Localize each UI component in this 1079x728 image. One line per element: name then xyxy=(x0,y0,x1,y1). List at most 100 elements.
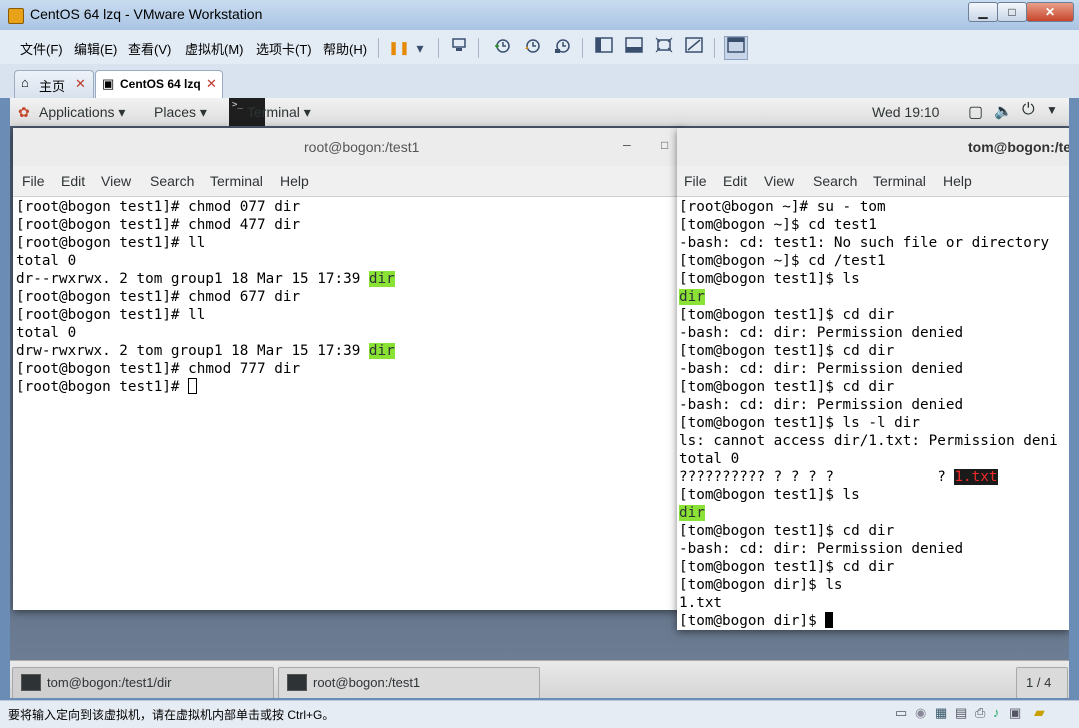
term-menu-search[interactable]: Search xyxy=(150,173,194,189)
printer-icon[interactable]: ⎙ xyxy=(975,705,985,721)
term-menu-search[interactable]: Search xyxy=(813,173,857,189)
power-dropdown-icon[interactable]: ▾ xyxy=(408,36,432,60)
terminal-line: [tom@bogon test1]$ ls -l dir xyxy=(679,414,1067,432)
sound-icon[interactable]: ♪ xyxy=(993,705,1000,720)
terminal-line-text: [root@bogon test1]# chmod 777 dir xyxy=(16,361,301,377)
minimize-icon[interactable]: – xyxy=(623,136,631,152)
term-menu-file[interactable]: File xyxy=(684,173,707,189)
terminal-line-text: total 0 xyxy=(679,451,740,467)
tab-vm[interactable]: ▣ CentOS 64 lzq ✕ xyxy=(95,70,223,98)
menu-edit[interactable]: 编辑(E) xyxy=(74,39,117,58)
term-menu-terminal[interactable]: Terminal xyxy=(210,173,263,189)
taskbar-item-root-terminal[interactable]: root@bogon:/test1 xyxy=(278,667,540,698)
terminal-line-text: [tom@bogon dir]$ ls xyxy=(679,577,843,593)
cd-drive-icon[interactable]: ◉ xyxy=(915,705,926,721)
network-icon[interactable]: ▦ xyxy=(935,705,947,721)
snapshot-take-icon[interactable] xyxy=(490,36,514,60)
message-log-icon[interactable]: ▰ xyxy=(1034,704,1045,721)
menu-tabs[interactable]: 选项卡(T) xyxy=(256,39,312,58)
display-device-icon[interactable]: ▣ xyxy=(1009,705,1021,721)
workspace-switcher[interactable]: 1 / 4 xyxy=(1016,667,1068,698)
clock[interactable]: Wed 19:10 xyxy=(872,104,939,120)
thumbnail-bar-icon[interactable] xyxy=(622,36,646,60)
terminal-line-text: -bash: cd: dir: Permission denied xyxy=(679,361,964,377)
terminal-title: tom@bogon:/te xyxy=(968,139,1069,155)
terminal-line: [tom@bogon test1]$ ls xyxy=(679,270,1067,288)
highlighted-filename: dir xyxy=(368,343,395,359)
power-icon[interactable]: ⏻ xyxy=(1022,101,1035,119)
term-menu-help[interactable]: Help xyxy=(280,173,309,189)
terminal-line: total 0 xyxy=(679,450,1067,468)
terminal-line: dir xyxy=(679,504,1067,522)
usb-icon[interactable]: ▤ xyxy=(955,705,967,721)
tab-vm-close-icon[interactable]: ✕ xyxy=(206,76,217,92)
terminal-line-text: [root@bogon test1]# chmod 077 dir xyxy=(16,199,301,215)
highlighted-filename: dir xyxy=(679,289,705,305)
guest-display[interactable]: ✿ Applications ▾ Places ▾ >_ Terminal ▾ … xyxy=(10,98,1069,698)
term-menu-edit[interactable]: Edit xyxy=(723,173,747,189)
gnome-bottom-panel: tom@bogon:/test1/dir root@bogon:/test1 1… xyxy=(10,660,1069,698)
window-title: CentOS 64 lzq - VMware Workstation xyxy=(30,6,263,22)
terminal-line: [tom@bogon test1]$ cd dir xyxy=(679,522,1067,540)
terminal-line: dr--rwxrwx. 2 tom group1 18 Mar 15 17:39… xyxy=(16,270,395,288)
term-menu-view[interactable]: View xyxy=(101,173,131,189)
terminal-output[interactable]: [root@bogon test1]# chmod 077 dir [root@b… xyxy=(16,198,395,396)
term-menu-edit[interactable]: Edit xyxy=(61,173,85,189)
terminal-line: [root@bogon test1]# chmod 677 dir xyxy=(16,288,395,306)
terminal-line-text: [tom@bogon test1]$ cd dir xyxy=(679,523,895,539)
gnome-foot-icon: ✿ xyxy=(18,104,30,120)
home-icon: ⌂ xyxy=(21,75,29,90)
snapshot-revert-icon[interactable] xyxy=(520,36,544,60)
terminal-window-tom[interactable]: tom@bogon:/te File Edit View Search Term… xyxy=(677,128,1069,630)
term-menu-terminal[interactable]: Terminal xyxy=(873,173,926,189)
terminal-line: -bash: cd: dir: Permission denied xyxy=(679,540,1067,558)
terminal-line: [tom@bogon ~]$ cd /test1 xyxy=(679,252,1067,270)
terminal-line: [tom@bogon test1]$ cd dir xyxy=(679,558,1067,576)
display-icon[interactable]: ▢ xyxy=(968,102,983,122)
taskbar-item-tom-terminal[interactable]: tom@bogon:/test1/dir xyxy=(12,667,274,698)
fullscreen-icon[interactable] xyxy=(652,36,676,60)
terminal-menubar: File Edit View Search Terminal Help xyxy=(677,166,1069,197)
terminal-line-text: drw-rwxrwx. 2 tom group1 18 Mar 15 17:39 xyxy=(16,343,369,359)
terminal-line-text: [tom@bogon ~]$ cd /test1 xyxy=(679,253,886,269)
applications-menu[interactable]: Applications ▾ xyxy=(39,104,125,121)
places-menu[interactable]: Places ▾ xyxy=(154,104,207,121)
chevron-down-icon[interactable]: ▼ xyxy=(1046,103,1058,117)
menu-help[interactable]: 帮助(H) xyxy=(323,39,367,58)
terminal-menubar: File Edit View Search Terminal Help xyxy=(13,166,683,197)
terminal-line: [root@bogon test1]# chmod 477 dir xyxy=(16,216,395,234)
vm-icon: ▣ xyxy=(102,76,115,91)
show-library-icon[interactable] xyxy=(592,36,616,60)
hard-disk-icon[interactable]: ▭ xyxy=(895,705,907,721)
terminal-app-menu[interactable]: Terminal ▾ xyxy=(247,104,311,121)
terminal-line-text: [tom@bogon test1]$ cd dir xyxy=(679,307,895,323)
menu-file[interactable]: 文件(F) xyxy=(20,39,63,58)
terminal-line-text: -bash: cd: dir: Permission denied xyxy=(679,325,964,341)
terminal-window-root[interactable]: root@bogon:/test1 – □ File Edit View Sea… xyxy=(13,128,683,610)
highlighted-filename: 1.txt xyxy=(954,469,998,485)
volume-icon[interactable]: 🔈 xyxy=(994,102,1013,120)
unity-mode-icon[interactable] xyxy=(682,36,706,60)
maximize-icon[interactable]: □ xyxy=(661,138,668,152)
term-menu-file[interactable]: File xyxy=(22,173,45,189)
terminal-line: [root@bogon test1]# xyxy=(16,378,395,396)
menu-vm[interactable]: 虚拟机(M) xyxy=(185,39,244,58)
toolbar-separator xyxy=(582,38,583,58)
terminal-output[interactable]: [root@bogon ~]# su - tom [tom@bogon ~]$ c… xyxy=(679,198,1067,630)
terminal-line: ?????????? ? ? ? ? ? 1.txt xyxy=(679,468,1067,486)
tab-home-close-icon[interactable]: ✕ xyxy=(75,76,86,92)
snapshot-manager-icon[interactable] xyxy=(550,36,574,60)
term-menu-help[interactable]: Help xyxy=(943,173,972,189)
terminal-line: -bash: cd: test1: No such file or direct… xyxy=(679,234,1067,252)
console-view-icon[interactable] xyxy=(724,36,748,60)
toolbar-separator xyxy=(714,38,715,58)
send-ctrl-alt-del-icon[interactable] xyxy=(447,36,471,60)
close-window-button[interactable]: ✕ xyxy=(1026,2,1074,22)
minimize-button[interactable]: ▁ xyxy=(968,2,998,22)
terminal-line: [root@bogon test1]# chmod 777 dir xyxy=(16,360,395,378)
term-menu-view[interactable]: View xyxy=(764,173,794,189)
tab-home[interactable]: ⌂ 主页 ✕ xyxy=(14,70,94,98)
maximize-button[interactable]: □ xyxy=(997,2,1027,22)
terminal-line-text: [root@bogon test1]# xyxy=(16,379,189,395)
menu-view[interactable]: 查看(V) xyxy=(128,39,171,58)
